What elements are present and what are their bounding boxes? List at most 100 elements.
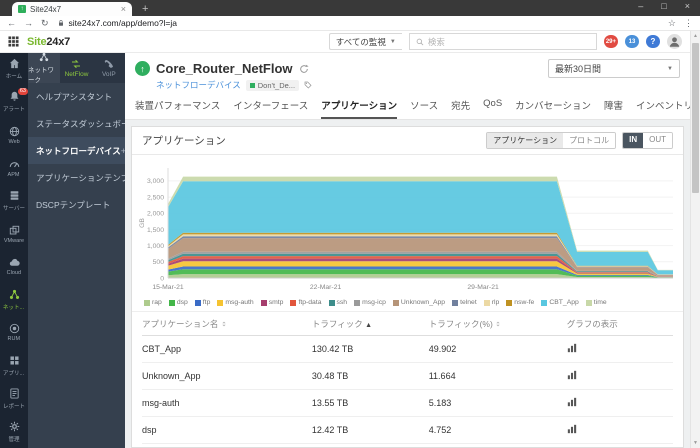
rail-item-bell[interactable]: 63アラート xyxy=(0,86,28,119)
monitor-tab[interactable]: QoS xyxy=(483,98,502,119)
legend-item[interactable]: ssh xyxy=(329,299,348,306)
reload-icon[interactable]: ↻ xyxy=(41,18,49,29)
rail-item-label: サーバー xyxy=(3,204,25,212)
alerts-bubble[interactable]: 29+ xyxy=(604,35,618,48)
page-scrollbar[interactable]: ▲ ▼ xyxy=(690,31,700,448)
legend-label: msg-auth xyxy=(225,299,253,306)
rail-item-vmware[interactable]: VMware xyxy=(0,218,28,251)
sidebar-item[interactable]: ネットフローデバイス+ xyxy=(28,137,125,164)
legend-item[interactable]: telnet xyxy=(452,299,477,306)
show-graph-icon[interactable] xyxy=(567,424,577,434)
tab-close-icon[interactable]: × xyxy=(121,4,126,14)
legend-item[interactable]: Unknown_App xyxy=(393,299,445,306)
view-toggle-button[interactable]: アプリケーション xyxy=(487,133,563,148)
monitor-filter-dropdown[interactable]: すべての監視 ▼ xyxy=(329,33,402,50)
sidebar-item[interactable]: アプリケーションテンプレ... xyxy=(28,164,125,191)
forward-icon[interactable]: → xyxy=(24,18,33,28)
url-bar[interactable]: site24x7.com/app/demo?l=ja xyxy=(57,18,660,28)
show-graph-icon[interactable] xyxy=(567,370,577,380)
column-header[interactable]: トラフィック ▲ xyxy=(312,312,429,336)
rail-item-report[interactable]: レポート xyxy=(0,382,28,415)
direction-toggle-button[interactable]: OUT xyxy=(643,133,672,148)
rail-item-apps[interactable]: アプリ... xyxy=(0,349,28,382)
rail-item-rum[interactable]: RUM xyxy=(0,316,28,349)
sidebar-tab-netflow[interactable]: NetFlow xyxy=(60,53,92,83)
show-graph-icon[interactable] xyxy=(567,397,577,407)
rail-item-cloud[interactable]: Cloud xyxy=(0,251,28,284)
column-header[interactable]: アプリケーション名 xyxy=(142,312,312,336)
scroll-up-icon[interactable]: ▲ xyxy=(691,33,700,39)
monitor-type-link[interactable]: ネットフローデバイス xyxy=(156,79,241,91)
tag-color-square xyxy=(250,83,255,88)
browser-menu-icon[interactable]: ⋮ xyxy=(684,18,693,29)
scrollbar-thumb[interactable] xyxy=(692,43,699,193)
messages-bubble[interactable]: 13 xyxy=(625,35,639,48)
sidebar-tab-network[interactable]: ネットワーク xyxy=(28,53,60,83)
help-icon[interactable]: ? xyxy=(646,35,660,48)
monitor-tab[interactable]: 装置パフォーマンス xyxy=(135,98,220,119)
legend-item[interactable]: time xyxy=(586,299,607,306)
view-toggle-button[interactable]: プロトコル xyxy=(563,133,615,148)
tag-icon[interactable] xyxy=(304,81,312,89)
app-name-cell: CBT_App xyxy=(142,336,312,363)
new-tab-button[interactable]: + xyxy=(142,2,148,16)
legend-item[interactable]: nsw-fe xyxy=(506,299,534,306)
legend-label: rlp xyxy=(492,299,500,306)
minimize-button[interactable]: – xyxy=(638,1,643,11)
legend-item[interactable]: msg-icp xyxy=(354,299,386,306)
monitor-tab[interactable]: アプリケーション xyxy=(321,98,397,119)
monitor-tab[interactable]: 障害 xyxy=(604,98,623,119)
legend-item[interactable]: dsp xyxy=(169,299,188,306)
bookmark-star-icon[interactable]: ☆ xyxy=(668,18,676,29)
legend-item[interactable]: msg-auth xyxy=(217,299,253,306)
monitor-tab[interactable]: ソース xyxy=(410,98,438,119)
legend-item[interactable]: CBT_App xyxy=(541,299,578,306)
rail-item-gauge[interactable]: APM xyxy=(0,152,28,185)
monitor-tab[interactable]: インターフェース xyxy=(233,98,308,119)
svg-text:1,000: 1,000 xyxy=(147,243,164,250)
svg-text:500: 500 xyxy=(153,259,165,266)
legend-item[interactable]: rap xyxy=(144,299,162,306)
legend-label: dsp xyxy=(177,299,188,306)
legend-label: ssh xyxy=(337,299,348,306)
legend-swatch xyxy=(506,300,512,306)
back-icon[interactable]: ← xyxy=(7,18,16,28)
app-name-cell: msg-auth xyxy=(142,390,312,417)
sidebar-item[interactable]: ヘルプアシスタント xyxy=(28,83,125,110)
rail-item-globe[interactable]: Web xyxy=(0,119,28,152)
user-avatar[interactable] xyxy=(667,34,682,49)
monitor-tab[interactable]: カンバセーション xyxy=(515,98,591,119)
search-input[interactable]: 検索 xyxy=(409,33,597,50)
legend-swatch xyxy=(261,300,267,306)
rail-item-home[interactable]: ホーム xyxy=(0,53,28,86)
legend-label: ftp-data xyxy=(298,299,321,306)
column-header[interactable]: トラフィック(%) xyxy=(429,312,567,336)
legend-item[interactable]: ftp-data xyxy=(290,299,321,306)
sidebar-tab-voip[interactable]: VoIP xyxy=(93,53,125,83)
legend-swatch xyxy=(452,300,458,306)
app-grid-icon[interactable] xyxy=(8,36,19,47)
legend-item[interactable]: ftp xyxy=(195,299,211,306)
show-graph-icon[interactable] xyxy=(567,343,577,353)
traffic-pct-cell: 4.32 xyxy=(429,444,567,448)
period-dropdown[interactable]: 最新30日間 ▼ xyxy=(548,59,680,78)
tag-pill[interactable]: Don't_De... xyxy=(246,80,299,91)
legend-swatch xyxy=(217,300,223,306)
legend-item[interactable]: rlp xyxy=(484,299,500,306)
rail-item-network[interactable]: ネット... xyxy=(0,283,28,316)
rail-item-label: レポート xyxy=(3,401,25,409)
chevron-down-icon: ▼ xyxy=(667,66,673,72)
legend-item[interactable]: smtp xyxy=(261,299,284,306)
scroll-down-icon[interactable]: ▼ xyxy=(691,440,700,446)
sidebar-item[interactable]: DSCPテンプレート xyxy=(28,191,125,218)
sidebar-item[interactable]: ステータスダッシュボード xyxy=(28,110,125,137)
maximize-button[interactable]: □ xyxy=(661,1,666,11)
close-button[interactable]: × xyxy=(685,1,690,11)
direction-toggle-button[interactable]: IN xyxy=(623,133,643,148)
refresh-icon[interactable] xyxy=(299,64,309,74)
rail-item-gear[interactable]: 管理 xyxy=(0,415,28,448)
monitor-tab[interactable]: 宛先 xyxy=(451,98,470,119)
rail-item-server[interactable]: サーバー xyxy=(0,185,28,218)
legend-label: smtp xyxy=(269,299,284,306)
browser-tab[interactable]: ↑ Site24x7 × xyxy=(12,2,132,16)
